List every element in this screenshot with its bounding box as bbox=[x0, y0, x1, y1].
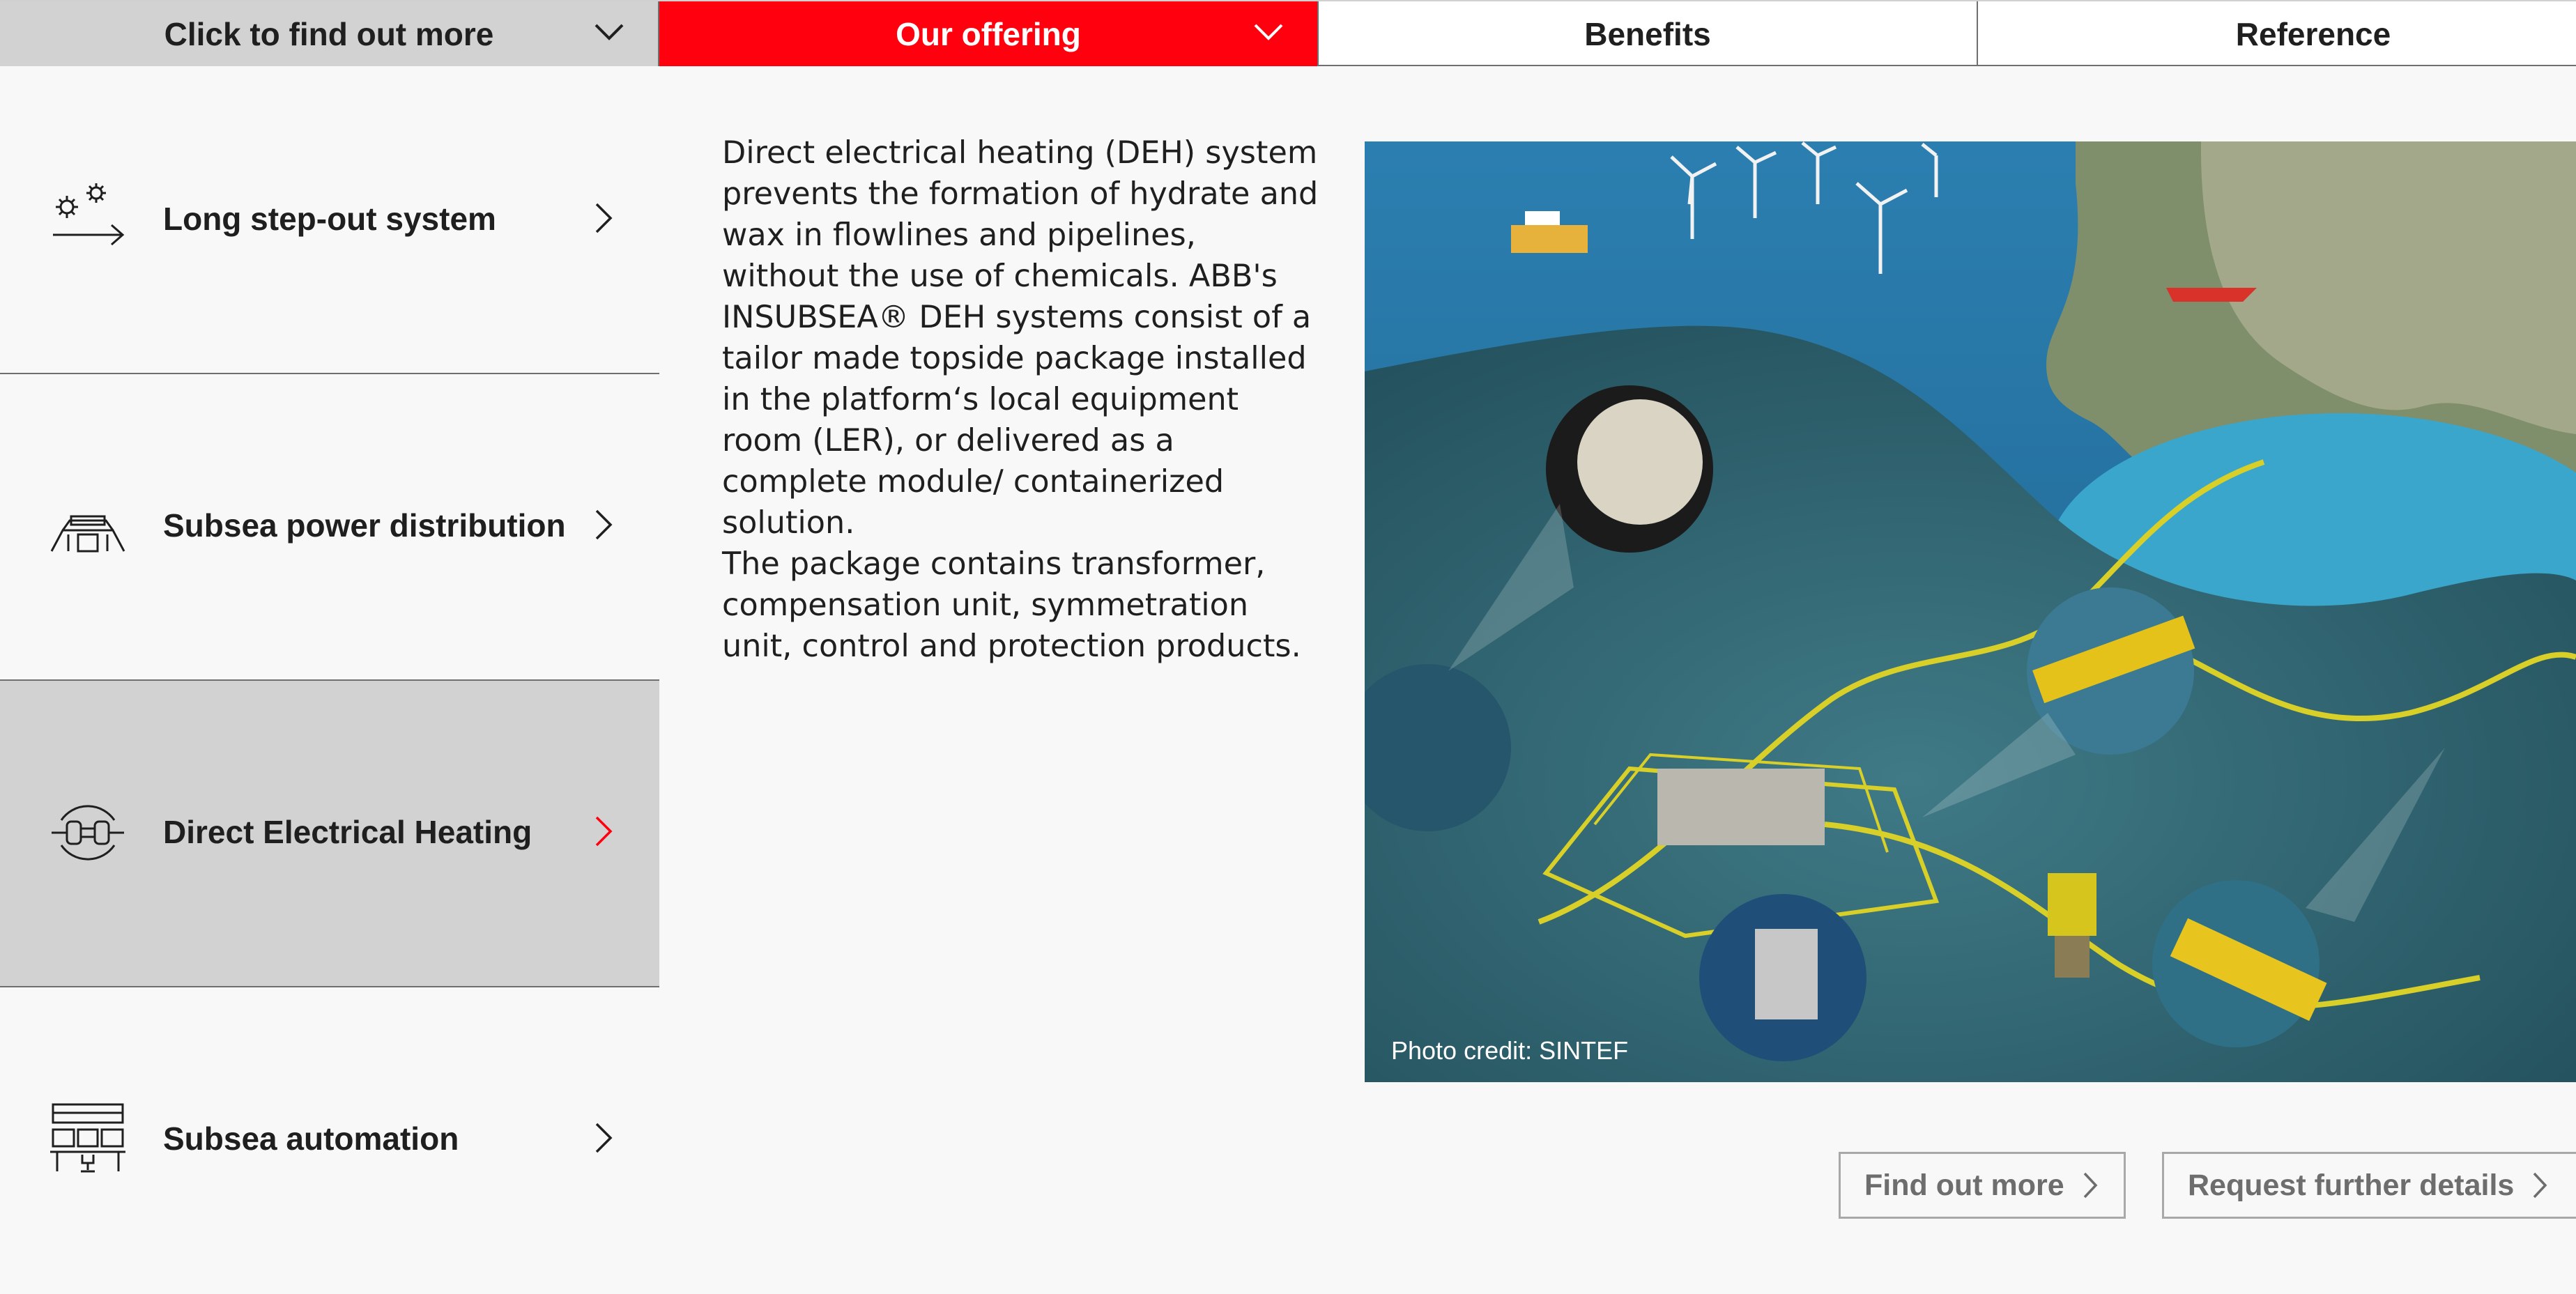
chevron-right-icon bbox=[2533, 1172, 2547, 1199]
tab-reference[interactable]: Reference bbox=[1978, 1, 2576, 66]
menu-item-label: Subsea power distribution bbox=[163, 507, 566, 544]
request-further-details-button[interactable]: Request further details bbox=[2162, 1152, 2576, 1219]
menu-item-long-step-out-system[interactable]: Long step-out system bbox=[0, 68, 659, 374]
subsea-module-icon bbox=[50, 515, 125, 553]
offering-description: Direct electrical heating (DEH) system p… bbox=[722, 132, 1321, 667]
menu-item-label: Direct Electrical Heating bbox=[163, 814, 532, 850]
menu-item-label: Subsea automation bbox=[163, 1120, 459, 1157]
find-out-more-button[interactable]: Find out more bbox=[1839, 1152, 2126, 1219]
tab-label: Click to find out more bbox=[164, 15, 494, 52]
menu-item-direct-electrical-heating[interactable]: Direct Electrical Heating bbox=[0, 681, 659, 987]
control-station-icon bbox=[50, 1103, 125, 1173]
gears-arrow-icon bbox=[53, 183, 125, 246]
offering-side-menu: Long step-out system Subsea power distri… bbox=[0, 68, 659, 1294]
menu-item-subsea-power-distribution[interactable]: Subsea power distribution bbox=[0, 374, 659, 681]
tab-benefits[interactable]: Benefits bbox=[1319, 1, 1978, 66]
chevron-right-icon bbox=[595, 509, 613, 540]
chevron-right-icon bbox=[595, 203, 613, 233]
tab-label: Our offering bbox=[896, 15, 1081, 52]
chevron-right-icon bbox=[595, 1123, 613, 1153]
description-paragraph: Direct electrical heating (DEH) system p… bbox=[722, 135, 1319, 541]
button-label: Find out more bbox=[1864, 1168, 2064, 1202]
button-label: Request further details bbox=[2188, 1168, 2515, 1202]
description-paragraph: The package contains transformer, compen… bbox=[722, 546, 1301, 664]
electrical-heating-icon bbox=[52, 805, 124, 861]
top-tab-bar: Click to find out more Our offering Bene… bbox=[0, 0, 2576, 66]
menu-item-subsea-automation[interactable]: Subsea automation bbox=[0, 987, 659, 1294]
chevron-right-icon bbox=[2083, 1172, 2098, 1199]
tab-label: Reference bbox=[2235, 15, 2391, 52]
deh-system-illustration: Photo credit: SINTEF bbox=[1365, 141, 2576, 1082]
menu-item-label: Long step-out system bbox=[163, 201, 496, 237]
tab-our-offering[interactable]: Our offering bbox=[659, 1, 1319, 66]
tab-label: Benefits bbox=[1584, 15, 1711, 52]
chevron-down-icon bbox=[595, 24, 624, 40]
chevron-right-icon bbox=[595, 816, 613, 847]
photo-credit: Photo credit: SINTEF bbox=[1391, 1036, 1629, 1065]
tab-click-to-find-out-more[interactable]: Click to find out more bbox=[0, 1, 659, 66]
chevron-down-icon bbox=[1254, 24, 1283, 40]
subsea-scene-image bbox=[1365, 141, 2576, 1082]
